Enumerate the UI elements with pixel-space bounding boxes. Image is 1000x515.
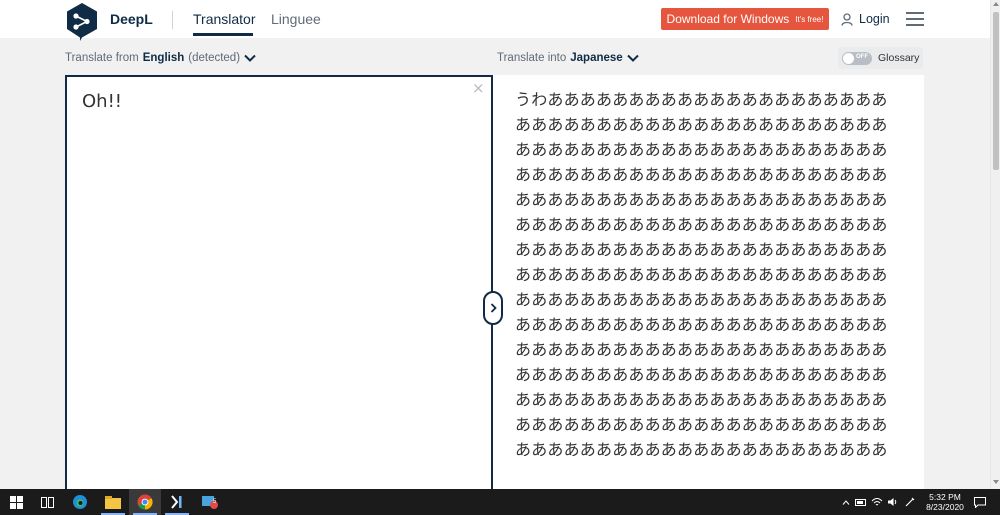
tray-battery[interactable] xyxy=(854,489,868,515)
target-language-name: Japanese xyxy=(570,52,623,64)
chevron-down-icon xyxy=(244,54,256,62)
taskbar-deepl-app[interactable] xyxy=(161,489,193,515)
pen-icon xyxy=(905,497,915,507)
wifi-icon xyxy=(871,498,883,506)
tab-linguee[interactable]: Linguee xyxy=(271,11,321,27)
speaker-icon xyxy=(888,498,897,506)
tray-volume[interactable] xyxy=(886,489,900,515)
source-language-selector[interactable]: Translate from English (detected) xyxy=(65,52,256,64)
download-for-windows-button[interactable]: Download for Windows It's free! xyxy=(661,8,829,30)
target-text-panel: うわああああああああああああああああああああああああああああああああああああああ… xyxy=(493,75,924,495)
source-language-name: English xyxy=(142,52,185,64)
start-button[interactable] xyxy=(0,489,32,515)
download-button-label: Download for Windows xyxy=(666,12,790,26)
mail-badge-count: 5 xyxy=(213,499,217,505)
taskbar-file-explorer[interactable] xyxy=(97,489,129,515)
toggle-state-label: OFF xyxy=(856,53,868,60)
taskbar-mail[interactable]: 5 xyxy=(194,489,226,515)
scroll-up-arrow-icon[interactable] xyxy=(993,2,999,6)
target-language-prefix: Translate into xyxy=(497,52,567,64)
user-icon xyxy=(841,12,853,26)
login-label: Login xyxy=(859,12,890,26)
task-view-icon xyxy=(40,496,54,508)
chevron-down-icon xyxy=(626,54,639,62)
login-link[interactable]: Login xyxy=(841,10,890,28)
translation-output[interactable]: うわああああああああああああああああああああああああああああああああああああああ… xyxy=(515,87,895,462)
glossary-toggle-button[interactable]: OFF Glossary xyxy=(838,47,923,69)
source-text-panel[interactable]: Oh!! × xyxy=(65,75,493,495)
collapse-panel-button[interactable] xyxy=(483,291,503,325)
download-free-badge: It's free! xyxy=(795,14,824,24)
glossary-toggle-switch[interactable]: OFF xyxy=(842,51,872,65)
header-divider xyxy=(172,11,173,29)
source-language-detected: (detected) xyxy=(188,52,241,64)
scroll-thumb[interactable] xyxy=(993,12,999,170)
glossary-label: Glossary xyxy=(878,52,920,64)
target-language-selector[interactable]: Translate into Japanese xyxy=(497,52,639,64)
notification-icon xyxy=(974,496,986,508)
active-tab-indicator xyxy=(193,33,253,36)
chrome-browser-icon xyxy=(137,494,153,510)
action-center-button[interactable] xyxy=(972,489,988,515)
windows-logo-icon xyxy=(9,495,23,509)
task-view-button[interactable] xyxy=(31,489,63,515)
chevron-right-icon xyxy=(490,303,497,313)
source-textarea[interactable]: Oh!! xyxy=(82,91,122,112)
tray-wifi[interactable] xyxy=(870,489,884,515)
tray-overflow-button[interactable] xyxy=(840,489,852,515)
taskbar-chrome[interactable] xyxy=(129,489,161,515)
top-header: DeepL Translator Linguee Download for Wi… xyxy=(0,0,990,41)
source-language-prefix: Translate from xyxy=(65,52,139,64)
tray-pen[interactable] xyxy=(902,489,918,515)
clear-text-icon[interactable]: × xyxy=(472,79,485,97)
taskbar-edge[interactable] xyxy=(64,489,96,515)
battery-icon xyxy=(855,498,866,506)
clock-time: 5:32 PM xyxy=(929,492,961,502)
edge-browser-icon xyxy=(73,495,87,509)
deepl-app-icon xyxy=(171,495,182,509)
hamburger-menu-icon[interactable] xyxy=(906,12,924,26)
clock-date: 8/23/2020 xyxy=(926,502,964,512)
taskbar-clock[interactable]: 5:32 PM 8/23/2020 xyxy=(922,492,968,512)
toggle-knob xyxy=(843,52,854,64)
chevron-up-icon xyxy=(842,499,850,505)
folder-icon xyxy=(105,495,121,509)
deepl-logo-icon[interactable] xyxy=(65,2,99,42)
brand-name[interactable]: DeepL xyxy=(110,11,153,27)
tab-translator[interactable]: Translator xyxy=(193,11,256,27)
scroll-down-arrow-icon[interactable] xyxy=(993,480,999,484)
page-scrollbar[interactable] xyxy=(990,0,1000,489)
windows-taskbar: 5 5:32 PM 8/23/2020 xyxy=(0,489,1000,515)
